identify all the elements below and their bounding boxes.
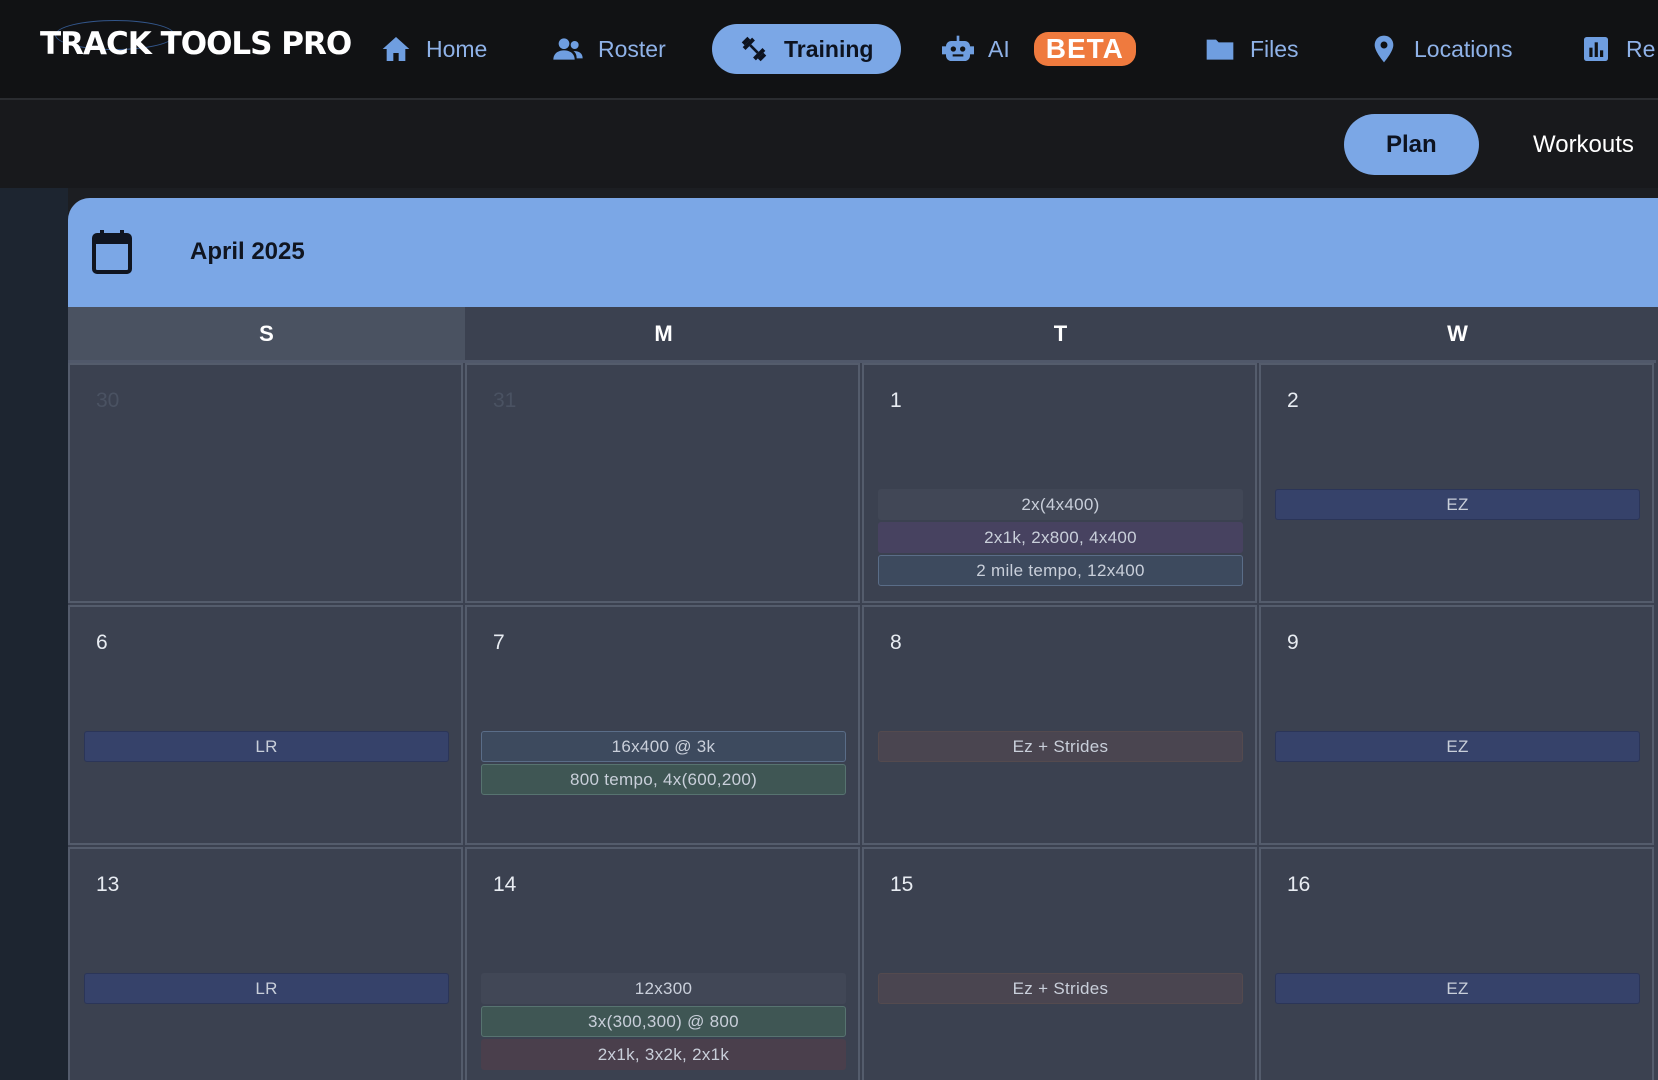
day-number: 9 [1287,631,1299,654]
calendar-day-cell[interactable]: 2 EZ [1259,363,1654,603]
workout-event[interactable]: EZ [1275,731,1640,762]
dumbbell-icon [741,36,767,62]
nav-home-label: Home [426,35,488,62]
calendar-day-cell[interactable]: 14 12x300 3x(300,300) @ 800 2x1k, 3x2k, 2x1… [465,847,860,1080]
workout-event[interactable]: 2 mile tempo, 12x400 [878,555,1243,586]
day-number: 16 [1287,873,1311,896]
nav-reports-label: Re [1626,35,1656,62]
calendar-day-cell[interactable]: 6 LR [68,605,463,845]
left-sidebar-strip [0,188,68,1080]
calendar: April 2025 S M T W 30 31 1 2x(4x400) 2x1k, 2… [68,198,1658,1080]
workouts-tab[interactable]: Workouts [1533,114,1634,175]
nav-files[interactable]: Files [1204,24,1299,74]
calendar-day-cell[interactable]: 13 LR [68,847,463,1080]
calendar-header: April 2025 [68,198,1658,307]
workout-event[interactable]: Ez + Strides [878,731,1243,762]
nav-files-label: Files [1250,35,1299,62]
dow-tuesday: T [862,307,1259,363]
workout-event[interactable]: 16x400 @ 3k [481,731,846,762]
workout-event[interactable]: 3x(300,300) @ 800 [481,1006,846,1037]
day-number: 13 [96,873,120,896]
calendar-icon[interactable] [92,230,132,274]
nav-ai-label: AI [988,35,1010,62]
day-number: 2 [1287,389,1299,412]
calendar-day-cell[interactable]: 31 [465,363,860,603]
day-number: 8 [890,631,902,654]
nav-training-label: Training [784,35,874,62]
workout-event[interactable]: EZ [1275,489,1640,520]
workout-event[interactable]: Ez + Strides [878,973,1243,1004]
calendar-day-cell[interactable]: 30 [68,363,463,603]
nav-locations-label: Locations [1414,35,1513,62]
workout-event[interactable]: 800 tempo, 4x(600,200) [481,764,846,795]
dow-sunday: S [68,307,465,363]
people-icon [553,38,583,60]
nav-home[interactable]: Home [380,24,487,74]
nav-training[interactable]: Training [712,24,902,74]
day-number: 7 [493,631,505,654]
bar-chart-icon [1584,37,1608,61]
home-icon [382,37,410,61]
day-number: 6 [96,631,108,654]
nav-locations[interactable]: Locations [1368,24,1512,74]
folder-icon [1206,39,1234,60]
nav-reports[interactable]: Re [1580,24,1655,74]
nav-roster-label: Roster [598,35,666,62]
day-number: 31 [493,389,517,412]
calendar-day-cell[interactable]: 8 Ez + Strides [862,605,1257,845]
workout-event[interactable]: 12x300 [481,973,846,1004]
calendar-day-cell[interactable]: 1 2x(4x400) 2x1k, 2x800, 4x400 2 mile tempo… [862,363,1257,603]
robot-icon [942,35,974,61]
day-of-week-header: S M T W [68,307,1656,363]
workout-event[interactable]: 2x1k, 3x2k, 2x1k [481,1039,846,1070]
day-number: 30 [96,389,120,412]
workout-event[interactable]: EZ [1275,973,1640,1004]
calendar-month-title: April 2025 [190,238,305,265]
calendar-day-cell[interactable]: 16 EZ [1259,847,1654,1080]
workout-event[interactable]: 2x1k, 2x800, 4x400 [878,522,1243,553]
day-number: 14 [493,873,517,896]
dow-monday: M [465,307,862,363]
top-nav: TRACK TOOLS PRO Home Roster Training AI … [0,0,1658,100]
calendar-day-cell[interactable]: 7 16x400 @ 3k 800 tempo, 4x(600,200) [465,605,860,845]
workout-event[interactable]: LR [84,973,449,1004]
calendar-day-cell[interactable]: 9 EZ [1259,605,1654,845]
nav-roster[interactable]: Roster [552,24,666,74]
day-number: 1 [890,389,902,412]
nav-ai[interactable]: AI BETA [942,24,1136,74]
app-logo[interactable]: TRACK TOOLS PRO [40,26,352,62]
workout-event[interactable]: 2x(4x400) [878,489,1243,520]
plan-tab[interactable]: Plan [1344,114,1479,175]
dow-wednesday: W [1259,307,1656,363]
calendar-day-cell[interactable]: 15 Ez + Strides [862,847,1257,1080]
day-number: 15 [890,873,914,896]
sub-nav: Plan Workouts [0,100,1658,188]
beta-badge: BETA [1033,32,1136,66]
location-pin-icon [1374,35,1394,63]
workout-event[interactable]: LR [84,731,449,762]
